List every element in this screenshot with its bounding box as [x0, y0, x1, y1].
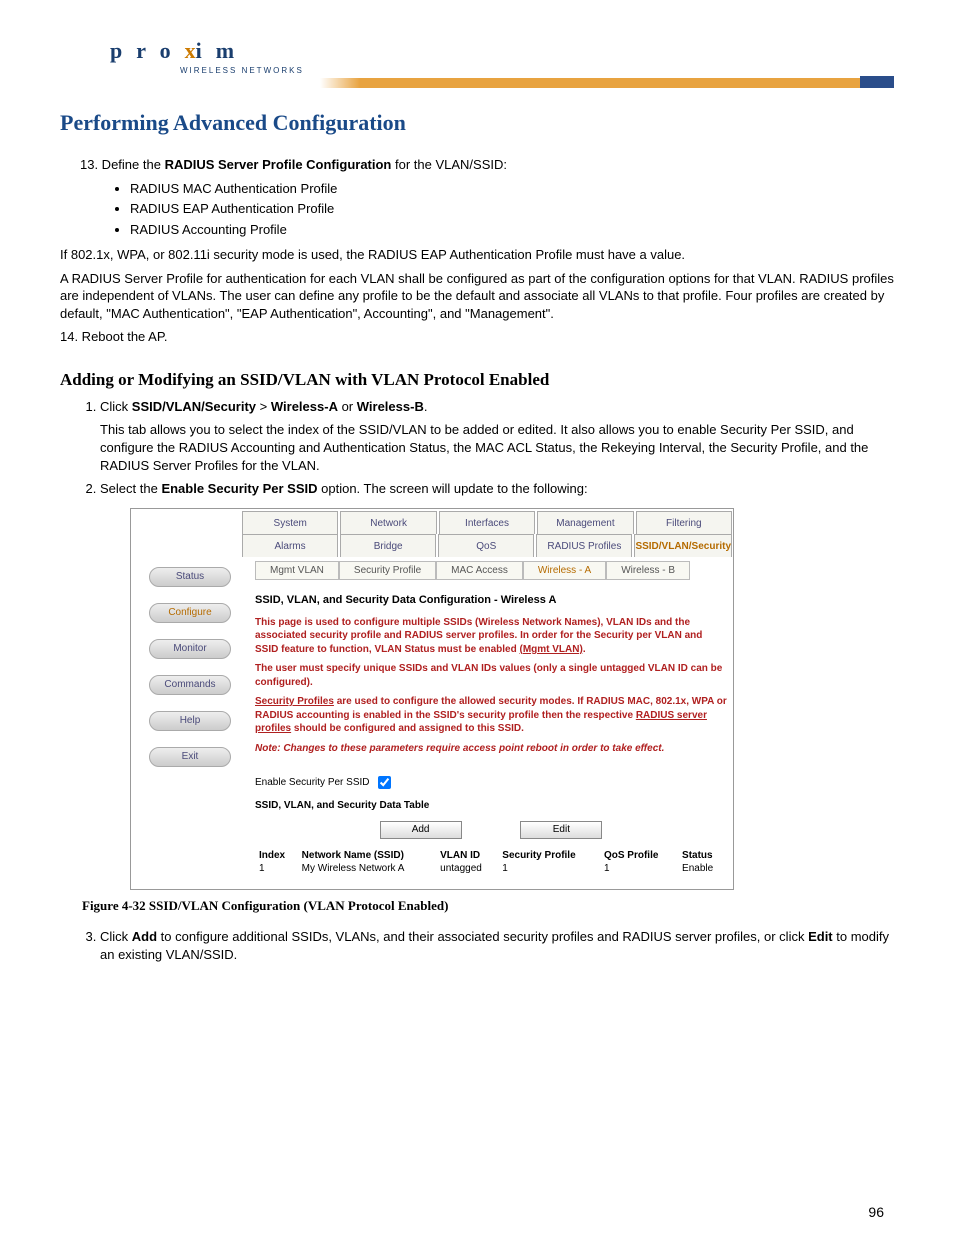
- logo-x: x: [185, 38, 196, 63]
- subtab-security-profile[interactable]: Security Profile: [339, 561, 436, 580]
- list-item: RADIUS EAP Authentication Profile: [130, 200, 894, 218]
- edit-button[interactable]: Edit: [520, 821, 602, 839]
- step-14: 14. Reboot the AP.: [60, 328, 894, 346]
- nav-exit[interactable]: Exit: [149, 747, 231, 767]
- subtab-wireless-b[interactable]: Wireless - B: [606, 561, 690, 580]
- checkbox-label: Enable Security Per SSID: [255, 777, 370, 788]
- list-item: RADIUS Accounting Profile: [130, 221, 894, 239]
- procedure-list-cont: Click Add to configure additional SSIDs,…: [100, 928, 894, 963]
- table-header: Index Network Name (SSID) VLAN ID Securi…: [255, 849, 727, 862]
- panel-desc: This page is used to configure multiple …: [255, 616, 727, 657]
- step-13: 13. Define the RADIUS Server Profile Con…: [80, 156, 894, 174]
- figure-caption: Figure 4-32 SSID/VLAN Configuration (VLA…: [82, 898, 894, 914]
- panel-desc: The user must specify unique SSIDs and V…: [255, 662, 727, 689]
- banner-decoration: [320, 78, 894, 88]
- nav-monitor[interactable]: Monitor: [149, 639, 231, 659]
- step-desc: This tab allows you to select the index …: [100, 421, 894, 474]
- col-ssid: Network Name (SSID): [298, 849, 436, 862]
- logo-part: im: [196, 38, 248, 63]
- page-title: Performing Advanced Configuration: [60, 110, 894, 136]
- table-buttons: Add Edit: [255, 821, 727, 839]
- step-2: Select the Enable Security Per SSID opti…: [100, 480, 894, 498]
- col-qos-profile: QoS Profile: [600, 849, 678, 862]
- paragraph: If 802.1x, WPA, or 802.11i security mode…: [60, 246, 894, 264]
- tab-qos[interactable]: QoS: [438, 534, 534, 557]
- tab-management[interactable]: Management: [537, 511, 633, 534]
- paragraph: A RADIUS Server Profile for authenticati…: [60, 270, 894, 323]
- step-1: Click SSID/VLAN/Security > Wireless-A or…: [100, 398, 894, 474]
- step-3: Click Add to configure additional SSIDs,…: [100, 928, 894, 963]
- list-item: RADIUS MAC Authentication Profile: [130, 180, 894, 198]
- nav-help[interactable]: Help: [149, 711, 231, 731]
- mgmt-vlan-link[interactable]: (Mgmt VLAN): [519, 644, 582, 655]
- data-table-title: SSID, VLAN, and Security Data Table: [255, 800, 727, 811]
- banner-decoration: [860, 76, 894, 88]
- tab-radius-profiles[interactable]: RADIUS Profiles: [536, 534, 632, 557]
- subheading: Adding or Modifying an SSID/VLAN with VL…: [60, 370, 894, 390]
- screenshot-figure: System Network Interfaces Management Fil…: [130, 508, 734, 891]
- nav-configure[interactable]: Configure: [149, 603, 231, 623]
- subtab-mac-access[interactable]: MAC Access: [436, 561, 523, 580]
- tab-ssid-vlan-security[interactable]: SSID/VLAN/Security: [634, 534, 732, 557]
- col-security-profile: Security Profile: [498, 849, 600, 862]
- nav-status[interactable]: Status: [149, 567, 231, 587]
- tab-alarms[interactable]: Alarms: [242, 534, 338, 557]
- logo-part: pro: [110, 38, 185, 63]
- subtab-wireless-a[interactable]: Wireless - A: [523, 561, 606, 580]
- enable-security-per-ssid: Enable Security Per SSID: [255, 773, 727, 792]
- col-status: Status: [678, 849, 727, 862]
- add-button[interactable]: Add: [380, 821, 462, 839]
- procedure-list: Click SSID/VLAN/Security > Wireless-A or…: [100, 398, 894, 498]
- radius-profiles-list: RADIUS MAC Authentication Profile RADIUS…: [130, 180, 894, 239]
- logo: proxim: [110, 38, 248, 64]
- panel-note: Note: Changes to these parameters requir…: [255, 742, 727, 756]
- tab-filtering[interactable]: Filtering: [636, 511, 732, 534]
- tab-interfaces[interactable]: Interfaces: [439, 511, 535, 534]
- left-nav: Status Configure Monitor Commands Help E…: [131, 557, 249, 890]
- header-banner: proxim WIRELESS NETWORKS: [60, 30, 894, 100]
- col-index: Index: [255, 849, 298, 862]
- logo-subtitle: WIRELESS NETWORKS: [180, 66, 304, 75]
- security-profiles-link[interactable]: Security Profiles: [255, 696, 334, 707]
- ssid-vlan-table: Index Network Name (SSID) VLAN ID Securi…: [255, 849, 727, 875]
- page-number: 96: [868, 1204, 884, 1220]
- tab-network[interactable]: Network: [340, 511, 436, 534]
- col-vlan-id: VLAN ID: [436, 849, 498, 862]
- subtab-mgmt-vlan[interactable]: Mgmt VLAN: [255, 561, 339, 580]
- sub-tabs: Mgmt VLAN Security Profile MAC Access Wi…: [255, 561, 727, 580]
- top-tabs-row2: Alarms Bridge QoS RADIUS Profiles SSID/V…: [241, 534, 733, 557]
- top-tabs-row1: System Network Interfaces Management Fil…: [241, 509, 733, 534]
- nav-commands[interactable]: Commands: [149, 675, 231, 695]
- tab-system[interactable]: System: [242, 511, 338, 534]
- enable-security-per-ssid-checkbox[interactable]: [378, 776, 391, 789]
- tab-bridge[interactable]: Bridge: [340, 534, 436, 557]
- panel-desc: Security Profiles are used to configure …: [255, 695, 727, 736]
- panel-title: SSID, VLAN, and Security Data Configurat…: [255, 594, 727, 606]
- table-row[interactable]: 1 My Wireless Network A untagged 1 1 Ena…: [255, 862, 727, 875]
